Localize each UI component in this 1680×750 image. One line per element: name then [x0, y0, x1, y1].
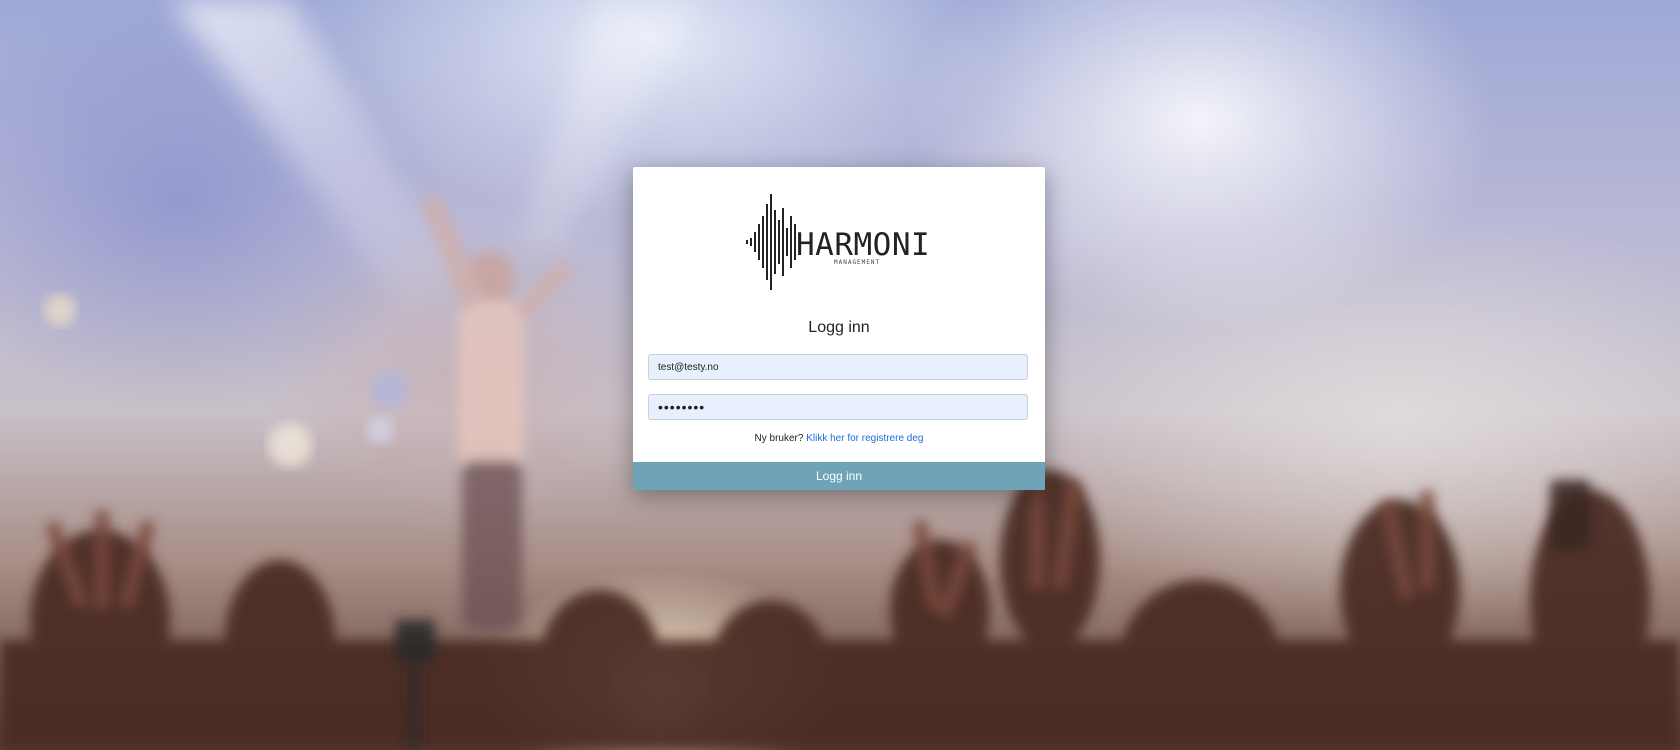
register-prompt-text: Ny bruker? — [754, 433, 804, 444]
register-link[interactable]: Klikk her for registrere deg — [806, 433, 923, 444]
login-button[interactable]: Logg inn — [633, 462, 1045, 490]
page-title: Logg inn — [808, 319, 870, 336]
login-card: HARMONI MANAGEMENT Logg inn Ny bruker? K… — [633, 167, 1045, 490]
register-prompt-line: Ny bruker? Klikk her for registrere deg — [633, 433, 1045, 444]
brand-tagline: MANAGEMENT — [834, 259, 881, 266]
login-page: HARMONI MANAGEMENT Logg inn Ny bruker? K… — [0, 0, 1680, 750]
brand-name: HARMONI — [796, 227, 931, 263]
email-field[interactable] — [648, 354, 1028, 380]
password-field[interactable] — [648, 394, 1028, 420]
soundwave-icon — [746, 194, 796, 290]
